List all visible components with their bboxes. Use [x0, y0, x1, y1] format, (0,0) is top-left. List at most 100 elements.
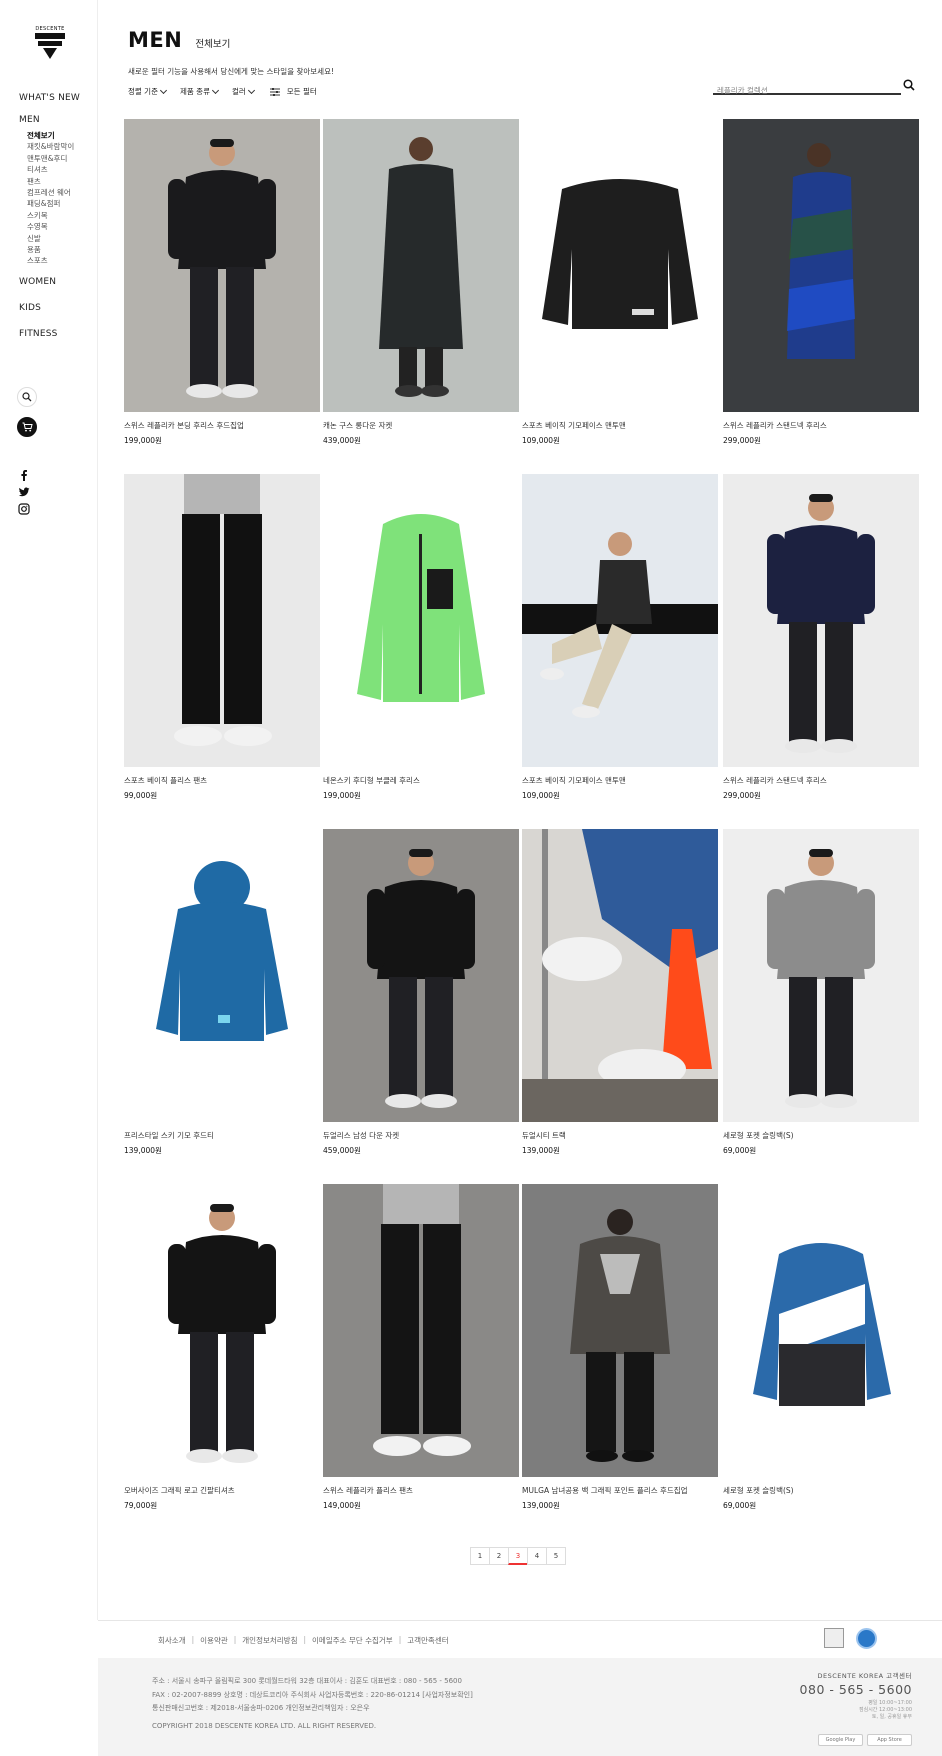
- product-card[interactable]: 스위스 레플리카 스탠드넥 후리스 299,000원: [723, 474, 919, 801]
- product-image[interactable]: [323, 1184, 519, 1477]
- all-filters-button[interactable]: 모든 필터: [269, 86, 317, 97]
- product-photo: [323, 829, 519, 1122]
- security-seal-icon[interactable]: [856, 1628, 877, 1649]
- product-image[interactable]: [124, 1184, 320, 1477]
- cs-title: DESCENTE KOREA 고객센터: [817, 1672, 912, 1680]
- product-type-filter[interactable]: 제품 종류: [180, 86, 220, 97]
- product-card[interactable]: 스포츠 베이직 기모페이스 맨투맨 109,000원: [522, 474, 718, 801]
- product-photo: [124, 829, 320, 1122]
- product-name[interactable]: 스포츠 베이직 기모페이스 맨투맨: [522, 421, 718, 431]
- search-icon[interactable]: [17, 387, 37, 407]
- product-card[interactable]: 스위스 레플리카 스탠드넥 후리스 299,000원: [723, 119, 919, 446]
- subnav-item-shoes[interactable]: 신발: [27, 233, 80, 244]
- product-name[interactable]: 네온스키 후디형 부클레 후리스: [323, 776, 519, 786]
- product-image[interactable]: [522, 829, 718, 1122]
- product-name[interactable]: 스위스 레플리카 플리스 팬츠: [323, 1486, 519, 1496]
- subnav-item-ski[interactable]: 스키복: [27, 210, 80, 221]
- nav-men[interactable]: MEN: [19, 115, 80, 125]
- twitter-icon[interactable]: [18, 486, 30, 498]
- product-image[interactable]: [723, 119, 919, 412]
- product-card[interactable]: 스포츠 베이직 기모페이스 맨투맨 109,000원: [522, 119, 718, 446]
- product-name[interactable]: 캐논 구스 롱다운 자켓: [323, 421, 519, 431]
- product-card[interactable]: 스위스 레플리카 본딩 후리스 후드집업 199,000원: [124, 119, 320, 446]
- nav-fitness[interactable]: FITNESS: [19, 329, 80, 339]
- product-card[interactable]: 듀얼리스 남성 다운 자켓 459,000원: [323, 829, 519, 1156]
- subnav-item-jacket[interactable]: 재킷&바람막이: [27, 141, 80, 152]
- product-name[interactable]: 오버사이즈 그래픽 로고 긴팔티셔츠: [124, 1486, 320, 1496]
- product-card[interactable]: 프리스타일 스키 기모 후드티 139,000원: [124, 829, 320, 1156]
- product-image[interactable]: [522, 1184, 718, 1477]
- nav-women[interactable]: WOMEN: [19, 277, 80, 287]
- product-image[interactable]: [723, 829, 919, 1122]
- product-price: 69,000원: [723, 1146, 757, 1155]
- facebook-icon[interactable]: [18, 469, 30, 481]
- product-image[interactable]: [723, 1184, 919, 1477]
- product-card[interactable]: 스위스 레플리카 플리스 팬츠 149,000원: [323, 1184, 519, 1511]
- app-store-button[interactable]: App Store: [867, 1734, 912, 1746]
- product-image[interactable]: [723, 474, 919, 767]
- footer-link-terms[interactable]: 이용약관: [200, 1635, 228, 1646]
- footer-link-privacy[interactable]: 개인정보처리방침: [242, 1635, 297, 1646]
- page-3-current[interactable]: 3: [508, 1547, 528, 1565]
- google-play-button[interactable]: Google Play: [818, 1734, 863, 1746]
- product-photo: [323, 119, 519, 412]
- page-4[interactable]: 4: [527, 1547, 547, 1565]
- search-input[interactable]: [713, 85, 893, 96]
- copyright: COPYRIGHT 2018 DESCENTE KOREA LTD. ALL R…: [152, 1721, 377, 1730]
- filter-bar: 정렬 기준 제품 종류 컬러 모든 필터: [128, 86, 317, 97]
- product-name[interactable]: 스포츠 베이직 기모페이스 맨투맨: [522, 776, 718, 786]
- product-name[interactable]: 듀얼리스 남성 다운 자켓: [323, 1131, 519, 1141]
- product-image[interactable]: [323, 829, 519, 1122]
- subnav-item-sweat[interactable]: 맨투맨&후디: [27, 153, 80, 164]
- subnav-item-swim[interactable]: 수영복: [27, 221, 80, 232]
- product-price: 139,000원: [522, 1146, 560, 1155]
- subnav-item-goods[interactable]: 용품: [27, 244, 80, 255]
- descente-logo[interactable]: DESCENTE: [30, 26, 70, 59]
- subnav-item-all[interactable]: 전체보기: [27, 130, 80, 141]
- product-card[interactable]: 캐논 구스 롱다운 자켓 439,000원: [323, 119, 519, 446]
- product-card[interactable]: 듀얼시티 트랙 139,000원: [522, 829, 718, 1156]
- nav-kids[interactable]: KIDS: [19, 303, 80, 313]
- page-5[interactable]: 5: [546, 1547, 566, 1565]
- subnav-item-compression[interactable]: 컴프레션 웨어: [27, 187, 80, 198]
- product-name[interactable]: MULGA 남녀공용 백 그래픽 포인트 플리스 후드집업: [522, 1486, 718, 1496]
- color-filter[interactable]: 컬러: [232, 86, 255, 97]
- product-card[interactable]: 네온스키 후디형 부클레 후리스 199,000원: [323, 474, 519, 801]
- product-image[interactable]: [124, 119, 320, 412]
- product-image[interactable]: [124, 474, 320, 767]
- product-name[interactable]: 스위스 레플리카 본딩 후리스 후드집업: [124, 421, 320, 431]
- sort-filter[interactable]: 정렬 기준: [128, 86, 168, 97]
- subnav-item-pants[interactable]: 팬츠: [27, 176, 80, 187]
- product-image[interactable]: [522, 119, 718, 412]
- search-button-icon[interactable]: [903, 79, 915, 91]
- page-2[interactable]: 2: [489, 1547, 509, 1565]
- product-name[interactable]: 세로형 포켓 슬링백(S): [723, 1131, 919, 1141]
- product-image[interactable]: [124, 829, 320, 1122]
- product-image[interactable]: [522, 474, 718, 767]
- product-name[interactable]: 스포츠 베이직 플리스 팬츠: [124, 776, 320, 786]
- product-image[interactable]: [323, 474, 519, 767]
- product-name[interactable]: 스위스 레플리카 스탠드넥 후리스: [723, 776, 919, 786]
- subnav-item-tshirt[interactable]: 티셔츠: [27, 164, 80, 175]
- product-name[interactable]: 프리스타일 스키 기모 후드티: [124, 1131, 320, 1141]
- product-card[interactable]: 세로형 포켓 슬링백(S) 69,000원: [723, 1184, 919, 1511]
- footer-link-company[interactable]: 회사소개: [158, 1635, 186, 1646]
- product-card[interactable]: 세로형 포켓 슬링백(S) 69,000원: [723, 829, 919, 1156]
- product-name[interactable]: 세로형 포켓 슬링백(S): [723, 1486, 919, 1496]
- certificate-badge-icon[interactable]: [824, 1628, 844, 1648]
- product-card[interactable]: MULGA 남녀공용 백 그래픽 포인트 플리스 후드집업 139,000원: [522, 1184, 718, 1511]
- product-card[interactable]: 오버사이즈 그래픽 로고 긴팔티셔츠 79,000원: [124, 1184, 320, 1511]
- instagram-icon[interactable]: [18, 503, 30, 515]
- product-name[interactable]: 듀얼시티 트랙: [522, 1131, 718, 1141]
- nav-whats-new[interactable]: WHAT'S NEW: [19, 93, 80, 103]
- page-1[interactable]: 1: [470, 1547, 490, 1565]
- product-card[interactable]: 스포츠 베이직 플리스 팬츠 99,000원: [124, 474, 320, 801]
- footer-link-email-refusal[interactable]: 이메일주소 무단 수집거부: [312, 1635, 393, 1646]
- subnav-item-sports[interactable]: 스포츠: [27, 255, 80, 266]
- subnav-item-padding[interactable]: 패딩&점퍼: [27, 198, 80, 209]
- cart-icon[interactable]: [17, 417, 37, 437]
- footer-link-customer-center[interactable]: 고객만족센터: [407, 1635, 448, 1646]
- product-image[interactable]: [323, 119, 519, 412]
- product-price: 139,000원: [522, 1501, 560, 1510]
- product-name[interactable]: 스위스 레플리카 스탠드넥 후리스: [723, 421, 919, 431]
